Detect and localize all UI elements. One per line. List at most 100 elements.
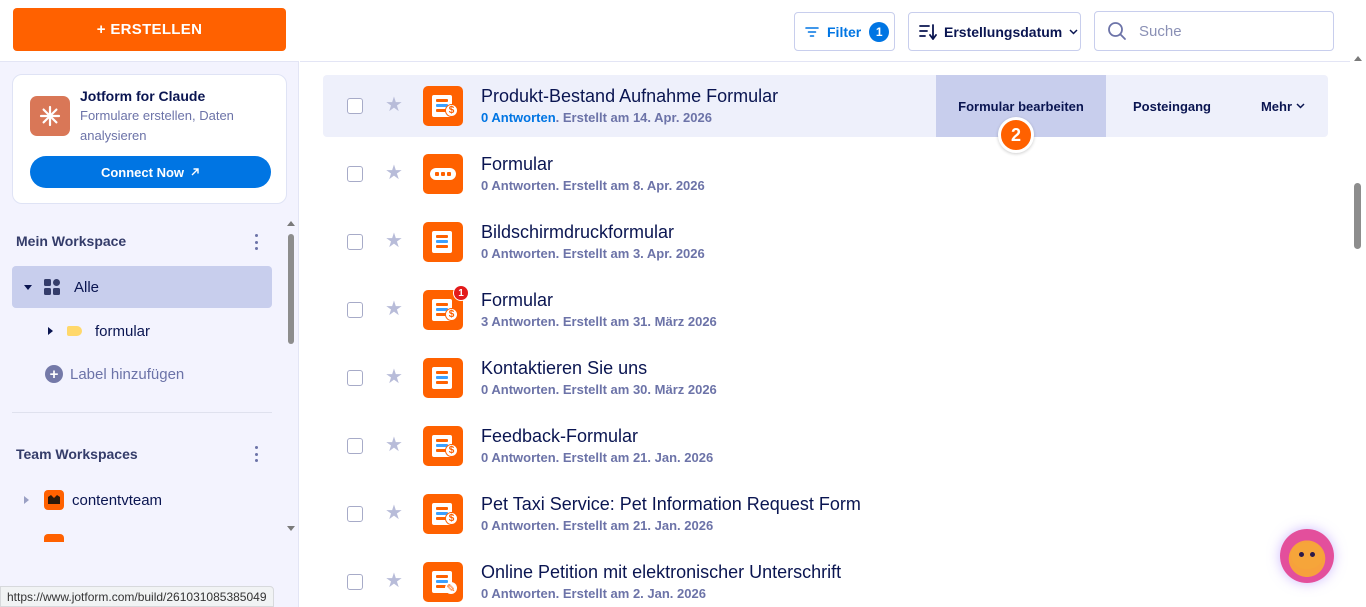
sidebar: + ERSTELLEN Jotform for Claude Formulare…	[0, 0, 299, 607]
ai-assistant-avatar-icon[interactable]	[1280, 529, 1334, 583]
form-meta: 0 Antworten. Erstellt am 14. Apr. 2026	[481, 110, 712, 125]
responses-count: 0 Antworten	[481, 586, 556, 601]
form-title[interactable]: Pet Taxi Service: Pet Information Reques…	[481, 494, 861, 515]
filter-button[interactable]: Filter 1	[794, 12, 895, 51]
payment-form-icon: $	[423, 426, 463, 466]
sidebar-item-all-label: Alle	[74, 278, 100, 296]
inbox-button[interactable]: Posteingang	[1106, 75, 1238, 137]
form-icon	[423, 358, 463, 398]
sort-dropdown[interactable]: Erstellungsdatum	[908, 12, 1081, 51]
form-title[interactable]: Produkt-Bestand Aufnahme Formular	[481, 86, 778, 107]
team-workspaces-more-icon[interactable]	[250, 446, 262, 462]
form-meta: 0 Antworten. Erstellt am 3. Apr. 2026	[481, 246, 705, 261]
responses-count[interactable]: 0 Antworten	[481, 110, 556, 125]
filter-count-badge: 1	[869, 21, 890, 42]
claude-logo-icon	[30, 96, 70, 136]
form-row[interactable]: ★ $ Feedback-Formular 0 Antworten. Erstellt…	[323, 415, 1328, 477]
my-workspace-heading: Mein Workspace	[16, 233, 127, 249]
row-checkbox[interactable]	[347, 506, 363, 522]
sidebar-item-formular[interactable]: formular	[48, 320, 150, 342]
sidebar-scrollbar[interactable]	[288, 234, 294, 344]
promo-subtitle: Formulare erstellen, Daten analysieren	[80, 108, 234, 143]
created-date: . Erstellt am 8. Apr. 2026	[555, 178, 705, 193]
row-checkbox[interactable]	[347, 166, 363, 182]
form-title[interactable]: Online Petition mit elektronischer Unter…	[481, 562, 841, 583]
form-row[interactable]: ★ Kontaktieren Sie uns 0 Antworten. Erstel…	[323, 347, 1328, 409]
star-icon[interactable]: ★	[385, 95, 403, 115]
form-title[interactable]: Bildschirmdruckformular	[481, 222, 674, 243]
star-icon[interactable]: ★	[385, 503, 403, 523]
form-meta: 3 Antworten. Erstellt am 31. März 2026	[481, 314, 717, 329]
form-title[interactable]: Kontaktieren Sie uns	[481, 358, 647, 379]
form-row[interactable]: ★ Formular 0 Antworten. Erstellt am 8. Apr…	[323, 143, 1328, 205]
caret-right-icon[interactable]	[24, 496, 29, 504]
row-checkbox[interactable]	[347, 574, 363, 590]
created-date: . Erstellt am 2. Jan. 2026	[555, 586, 706, 601]
row-checkbox[interactable]	[347, 98, 363, 114]
created-date: . Erstellt am 14. Apr. 2026	[555, 110, 712, 125]
sidebar-item-all[interactable]: Alle	[12, 266, 272, 308]
star-icon[interactable]: ★	[385, 299, 403, 319]
form-row[interactable]: ★ Bildschirmdruckformular 0 Antworten. Ers…	[323, 211, 1328, 273]
more-button[interactable]: Mehr	[1238, 75, 1328, 137]
sidebar-divider	[12, 412, 272, 413]
scroll-down-arrow-icon[interactable]	[287, 526, 295, 531]
star-icon[interactable]: ★	[385, 367, 403, 387]
payment-form-icon: $	[423, 86, 463, 126]
chevron-down-icon	[1069, 28, 1078, 35]
form-icon	[423, 222, 463, 262]
scroll-up-arrow-icon[interactable]	[1354, 56, 1362, 61]
sort-label: Erstellungsdatum	[944, 23, 1063, 40]
main-scrollbar[interactable]	[1354, 183, 1361, 249]
star-icon[interactable]: ★	[385, 231, 403, 251]
form-title[interactable]: Feedback-Formular	[481, 426, 638, 447]
row-checkbox[interactable]	[347, 234, 363, 250]
form-row[interactable]: ★ $1 Formular 3 Antworten. Erstellt am 31. …	[323, 279, 1328, 341]
step-badge: 2	[998, 117, 1034, 153]
payment-form-icon: $	[423, 494, 463, 534]
caret-right-icon[interactable]	[48, 327, 53, 335]
add-label-text: Label hinzufügen	[70, 365, 185, 383]
assistant-face-icon	[1291, 543, 1323, 569]
payment-form-icon: $1	[423, 285, 469, 330]
caret-down-icon[interactable]	[24, 284, 32, 290]
scroll-up-arrow-icon[interactable]	[287, 221, 295, 226]
form-meta: 0 Antworten. Erstellt am 30. März 2026	[481, 382, 717, 397]
notification-badge: 1	[453, 285, 469, 301]
created-date: . Erstellt am 21. Jan. 2026	[555, 450, 714, 465]
more-label: Mehr	[1260, 98, 1293, 114]
form-row[interactable]: ★ $ Pet Taxi Service: Pet Information Requ…	[323, 483, 1328, 545]
create-button[interactable]: + ERSTELLEN	[13, 8, 286, 51]
form-row[interactable]: ★ ✎ Online Petition mit elektronischer Unt…	[323, 551, 1328, 607]
form-meta: 0 Antworten. Erstellt am 8. Apr. 2026	[481, 178, 705, 193]
responses-count: 0 Antworten	[481, 450, 556, 465]
connect-now-button[interactable]: Connect Now	[30, 156, 271, 188]
star-icon[interactable]: ★	[385, 571, 403, 591]
connect-now-label: Connect Now	[100, 164, 185, 180]
responses-count: 0 Antworten	[481, 178, 556, 193]
star-icon[interactable]: ★	[385, 435, 403, 455]
sidebar-item-formular-label: formular	[95, 322, 151, 340]
add-label-button[interactable]: + Label hinzufügen	[45, 363, 184, 385]
search-input[interactable]	[1139, 22, 1319, 40]
team-item-label: contentvteam	[72, 491, 163, 509]
my-workspace-more-icon[interactable]	[250, 234, 262, 250]
row-checkbox[interactable]	[347, 438, 363, 454]
row-checkbox[interactable]	[347, 370, 363, 386]
form-title[interactable]: Formular	[481, 290, 553, 311]
responses-count: 0 Antworten	[481, 246, 556, 261]
row-checkbox[interactable]	[347, 302, 363, 318]
status-bar-url: https://www.jotform.com/build/2610310853…	[0, 586, 274, 607]
signature-form-icon: ✎	[423, 562, 463, 602]
form-title[interactable]: Formular	[481, 154, 553, 175]
responses-count: 0 Antworten	[481, 518, 556, 533]
search-icon	[1108, 22, 1126, 40]
form-row[interactable]: ★ $ Produkt-Bestand Aufnahme Formular 0 Ant…	[323, 75, 1328, 137]
responses-count: 0 Antworten	[481, 382, 556, 397]
star-icon[interactable]: ★	[385, 163, 403, 183]
search-box[interactable]	[1094, 11, 1334, 51]
plus-icon: +	[45, 365, 63, 383]
team-item-contentvteam[interactable]: contentvteam	[24, 489, 162, 511]
filter-label: Filter	[827, 23, 862, 40]
team-avatar-icon[interactable]	[44, 534, 64, 542]
